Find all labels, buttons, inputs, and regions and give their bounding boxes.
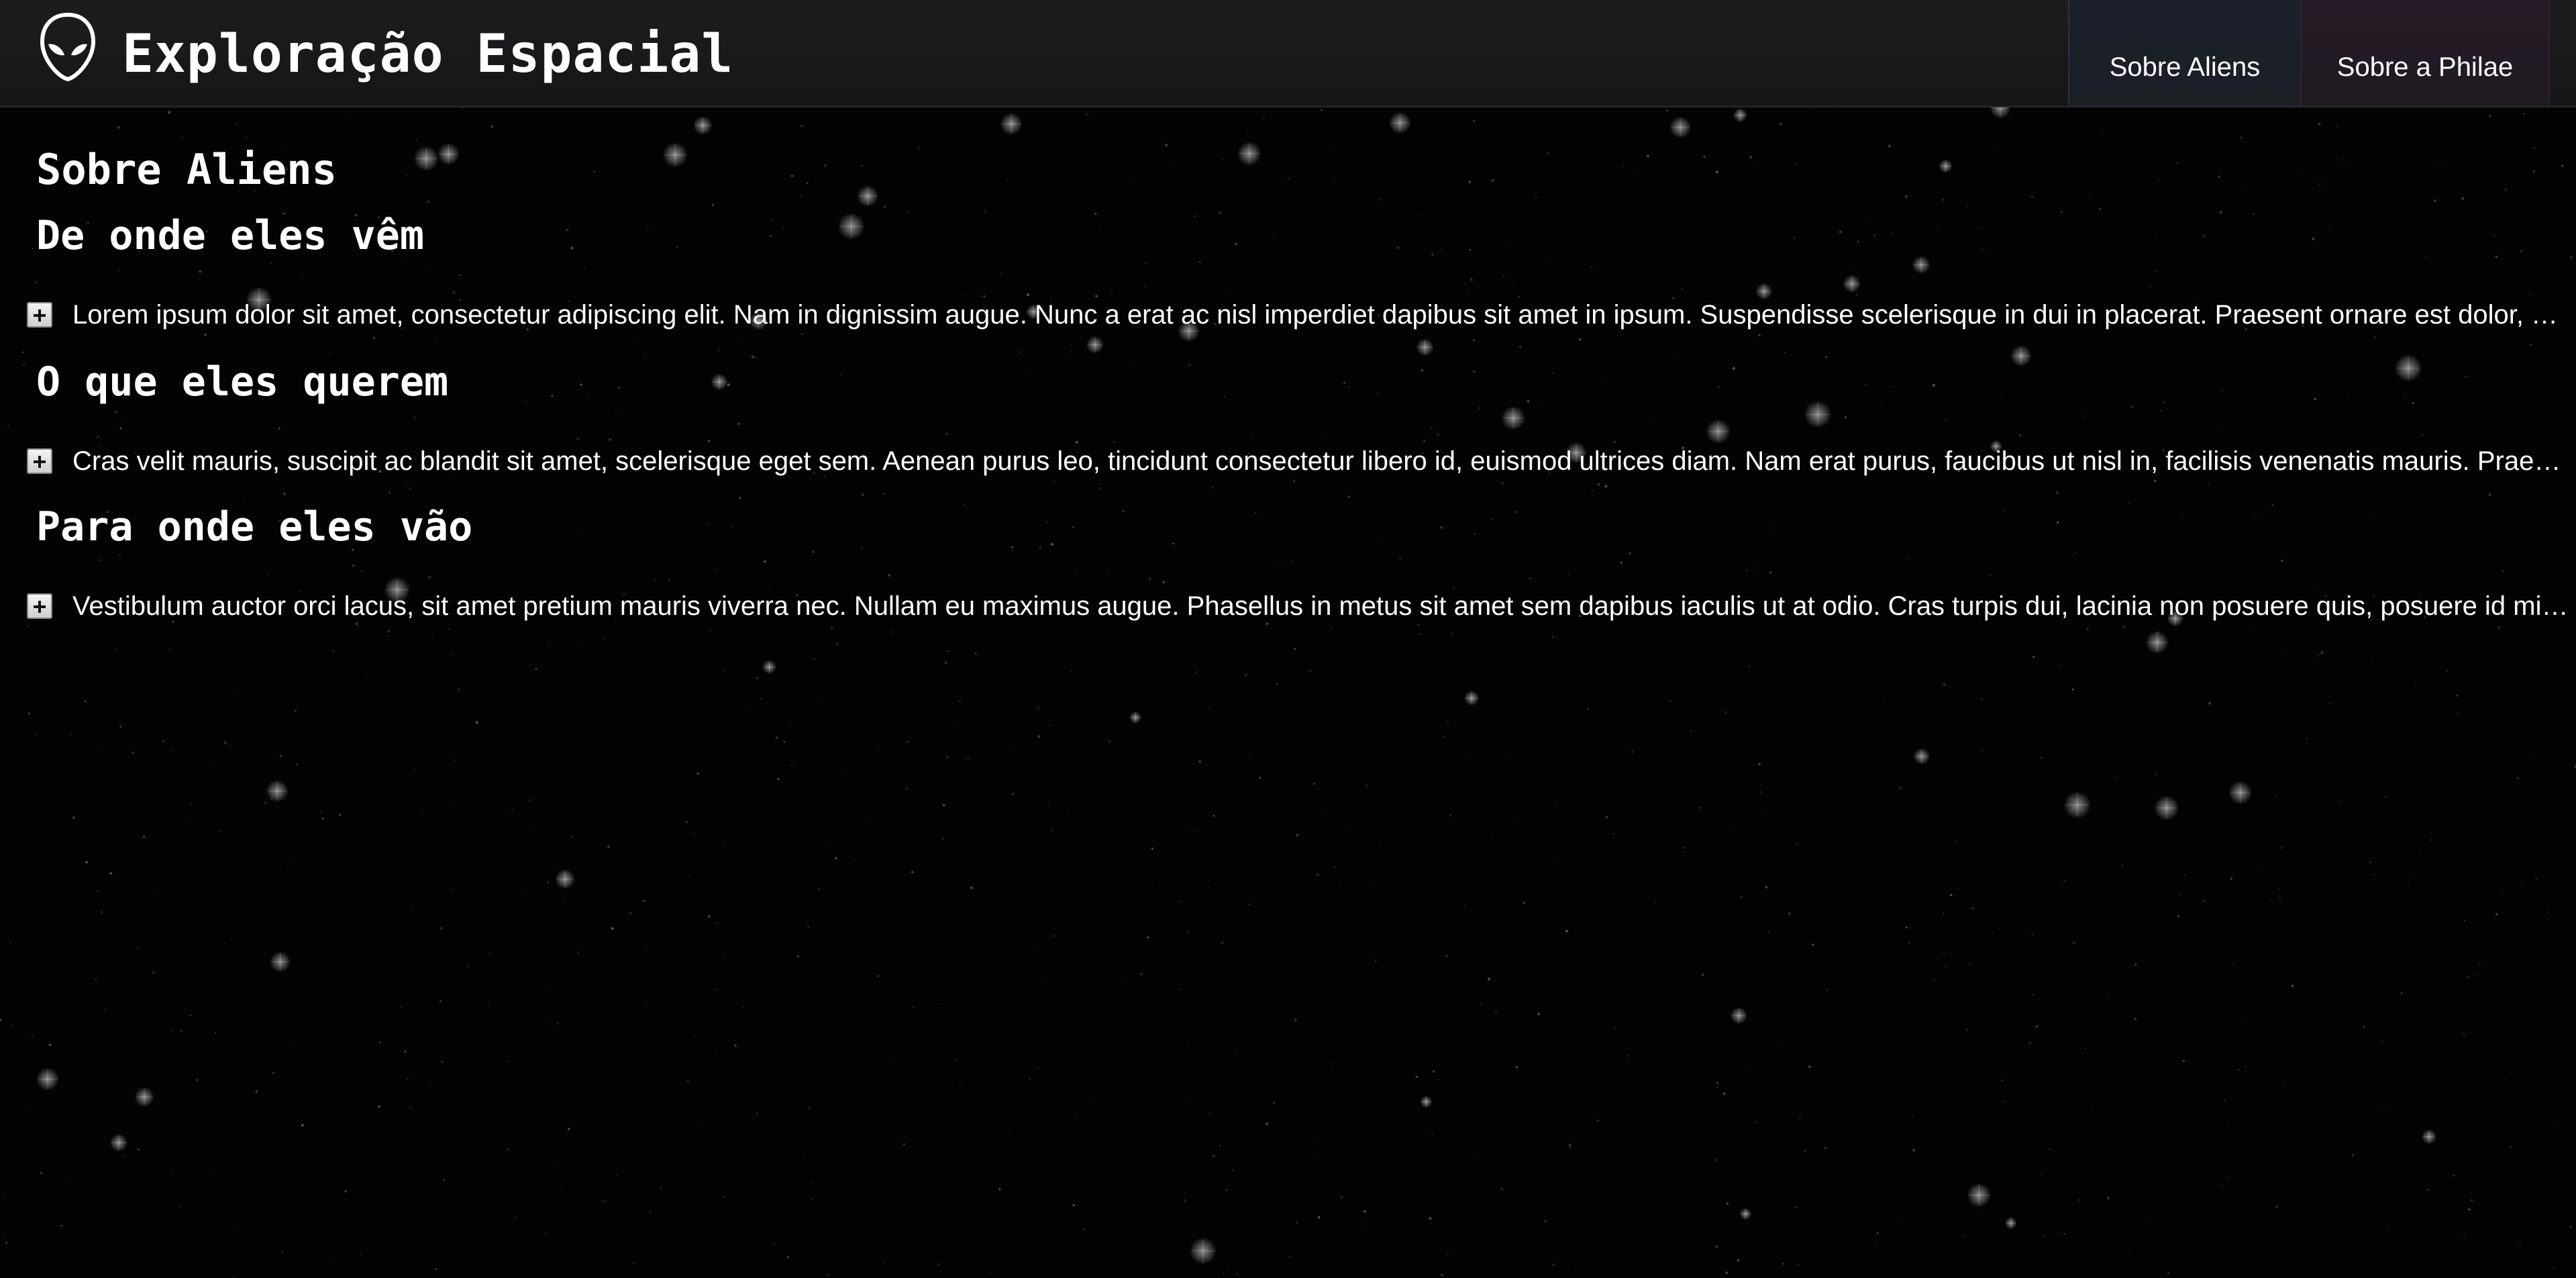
nav-sobre-aliens[interactable]: Sobre Aliens [2068,0,2300,106]
starfield-background [0,0,2576,1278]
section-row-destination: Vestibulum auctor orci lacus, sit amet p… [27,588,2573,624]
nav-sobre-a-philae[interactable]: Sobre a Philae [2300,0,2550,106]
section-text-destination: Vestibulum auctor orci lacus, sit amet p… [72,591,2573,621]
plus-icon[interactable] [27,448,52,474]
section-heading-origin: De onde eles vêm [36,212,424,259]
section-row-origin: Lorem ipsum dolor sit amet, consectetur … [27,297,2573,333]
section-text-origin: Lorem ipsum dolor sit amet, consectetur … [72,300,2573,330]
page-heading: Sobre Aliens [36,145,337,194]
alien-head-icon[interactable] [39,12,97,82]
top-bar: Exploração Espacial Sobre Aliens Sobre a… [0,0,2576,107]
site-title[interactable]: Exploração Espacial [122,15,733,94]
section-row-desire: Cras velit mauris, suscipit ac blandit s… [27,443,2573,479]
plus-icon[interactable] [27,593,52,619]
plus-icon[interactable] [27,302,52,328]
section-heading-desire: O que eles querem [36,358,449,405]
section-heading-destination: Para onde eles vão [36,503,473,550]
section-text-desire: Cras velit mauris, suscipit ac blandit s… [72,446,2573,476]
